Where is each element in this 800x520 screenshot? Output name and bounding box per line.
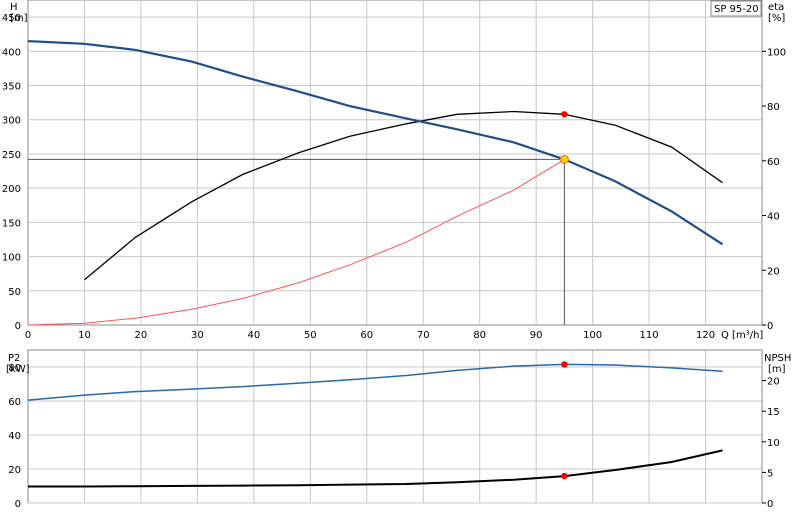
top-right-ylabel-1: eta [768,2,784,13]
top-plot-frame [27,0,763,326]
x-tick-label: 110 [640,330,659,341]
x-axis-label: Q [m³/h] [721,330,763,341]
head-curve-line [27,40,724,246]
x-tick-label: 70 [417,330,430,341]
bottom-plot-frame [27,349,763,504]
top-left-ylabel-1: H [10,2,18,13]
npsh-curve-line [28,449,723,488]
top-left-ylabel-2: [m] [10,13,28,24]
top-left-y-tick-label: 250 [2,150,21,161]
top-left-y-tick-label: 350 [2,82,21,93]
bottom-left-y-tick-label: 20 [8,465,21,476]
bottom-right-ylabel-2: [m] [768,364,786,375]
x-tick-label: 20 [135,330,148,341]
pump-performance-chart: 0 10 20 30 40 50 60 70 80 90 100 110 120 0 50 100 150 200… [0,0,800,520]
top-left-y-tick-label: 50 [8,287,21,298]
system-curve-line [27,158,565,326]
bottom-right-y-tick-label: 10 [767,438,780,449]
chart-canvas: 0 10 20 30 40 50 60 70 80 90 100 110 120050100150200… [2,0,791,510]
x-tick-label: 80 [473,330,486,341]
top-right-ylabel-2: [%] [768,13,785,24]
legend-box: SP 95-20 [710,0,762,17]
x-tick-label: 50 [304,330,317,341]
x-tick-label: 0 [25,330,31,341]
top-left-y-tick-label: 0 [15,321,21,332]
top-left-y-tick-label: 150 [2,218,21,229]
bottom-right-y-tick-label: 5 [767,468,773,479]
bottom-right-y-tick-label: 15 [767,407,780,418]
duty-point-efficiency-marker [561,111,568,118]
bottom-left-y-tick-label: 60 [8,397,21,408]
top-right-y-tick-label: 0 [767,321,773,332]
legend-box-label: SP 95-20 [714,4,759,15]
x-tick-label: 60 [360,330,373,341]
bottom-left-y-tick-label: 0 [15,499,21,510]
x-tick-label: 90 [530,330,543,341]
top-right-y-tick-label: 20 [767,266,780,277]
top-right-y-tick-label: 100 [767,47,786,58]
bottom-left-ylabel-1: P2 [8,353,20,364]
bottom-right-y-tick-label: 20 [767,377,780,388]
top-left-y-tick-label: 300 [2,116,21,127]
top-right-y-tick-label: 80 [767,102,780,113]
duty-point-npsh-marker [561,472,568,480]
bottom-right-y-tick-label: 0 [767,499,773,510]
x-tick-label: 30 [191,330,204,341]
x-tick-label: 100 [583,330,602,341]
x-tick-label: 10 [78,330,91,341]
top-right-y-tick-label: 60 [767,157,780,168]
x-tick-label: 40 [247,330,260,341]
bottom-left-ylabel-2: [kW] [6,364,30,375]
duty-point-head-marker [559,154,569,164]
duty-point-power-marker [561,361,568,368]
top-left-y-tick-label: 200 [2,184,21,195]
efficiency-curve-line [84,110,723,281]
top-left-y-tick-label: 100 [2,253,21,264]
top-left-y-tick-label: 400 [2,47,21,58]
top-right-y-tick-label: 40 [767,212,780,223]
bottom-right-ylabel-1: NPSH [764,353,791,364]
bottom-left-y-tick-label: 40 [8,431,21,442]
x-tick-label: 120 [696,330,715,341]
power-curve-line [27,363,723,401]
